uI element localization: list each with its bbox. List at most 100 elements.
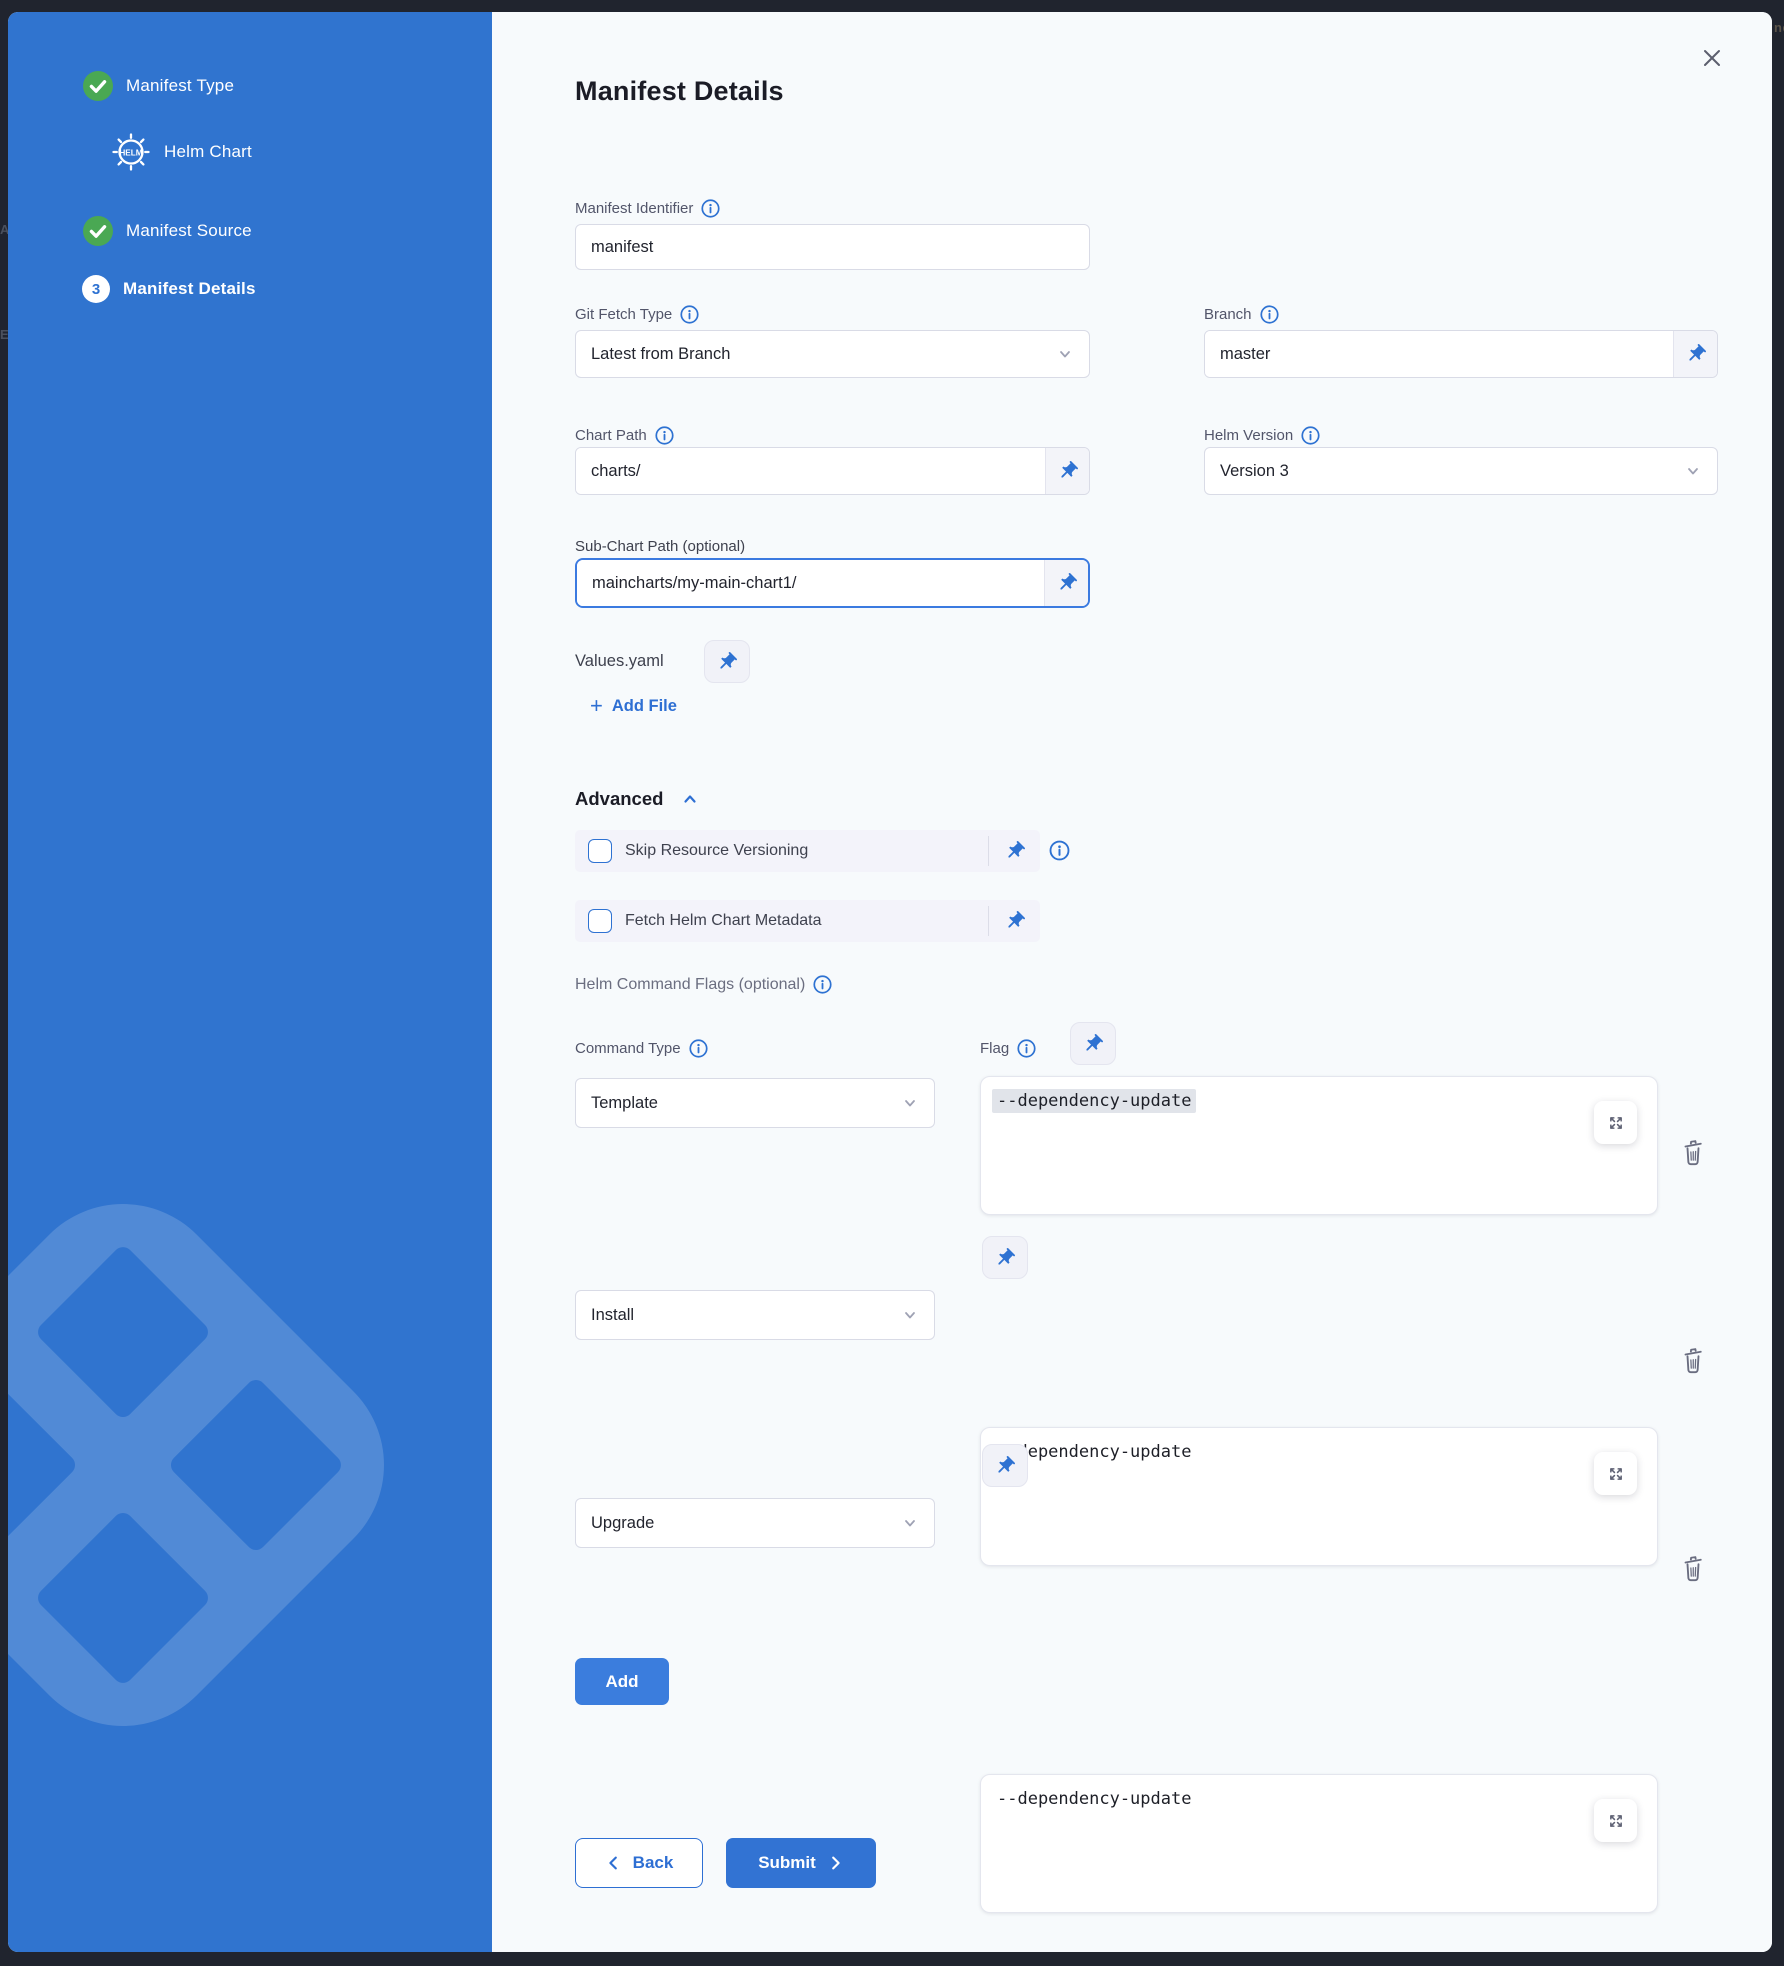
wizard-step-manifest-details[interactable]: 3 Manifest Details (82, 275, 256, 303)
fetch-helm-chart-metadata-checkbox[interactable] (588, 909, 612, 933)
close-icon (1701, 47, 1723, 69)
expand-icon (1605, 1463, 1627, 1485)
values-yaml-label: Values.yaml (575, 652, 664, 671)
pin-icon[interactable] (1044, 560, 1088, 606)
info-icon[interactable] (654, 425, 675, 446)
checkbox-label: Skip Resource Versioning (625, 842, 988, 860)
helm-version-select[interactable]: Version 3 (1204, 447, 1718, 495)
backdrop-text-fragment: ne (1774, 20, 1784, 35)
branch-label: Branch (1204, 304, 1280, 325)
sub-chart-path-field (575, 558, 1090, 608)
flag-value: --dependency-update (997, 1789, 1191, 1809)
flag-pin-button[interactable] (1070, 1022, 1116, 1065)
branch-field (1204, 330, 1718, 378)
flag-textarea[interactable]: --dependency-update (980, 1427, 1658, 1566)
helm-command-flags-label: Helm Command Flags (optional) (575, 974, 833, 995)
flag-textarea[interactable]: --dependency-update (980, 1076, 1658, 1215)
screen: Ac Er ne Manifest Type (0, 0, 1784, 1966)
command-type-select[interactable]: Template (575, 1078, 935, 1128)
label-text: Manifest Identifier (575, 199, 693, 219)
skip-resource-versioning-row: Skip Resource Versioning (575, 830, 1040, 872)
wizard-substep-helm-chart[interactable]: HELM Helm Chart (111, 132, 252, 172)
add-file-link[interactable]: + Add File (590, 696, 677, 716)
trash-icon (1678, 1135, 1710, 1169)
command-type-label: Command Type (575, 1038, 709, 1059)
fetch-helm-chart-metadata-row: Fetch Helm Chart Metadata (575, 900, 1040, 942)
git-fetch-type-label: Git Fetch Type (575, 304, 700, 325)
pin-icon (994, 1247, 1016, 1269)
step-label: Manifest Source (126, 221, 252, 241)
link-text: Add File (612, 697, 677, 716)
sub-chart-path-input[interactable] (577, 560, 1044, 606)
flag-textarea[interactable]: --dependency-update (980, 1774, 1658, 1913)
command-type-select[interactable]: Upgrade (575, 1498, 935, 1548)
pin-icon[interactable] (1045, 448, 1089, 494)
info-icon[interactable] (1300, 425, 1321, 446)
label-text: Branch (1204, 305, 1252, 325)
expand-button[interactable] (1594, 1452, 1637, 1495)
delete-flag-button[interactable] (1678, 1342, 1710, 1378)
info-icon[interactable] (812, 974, 833, 995)
chart-path-field (575, 447, 1090, 495)
values-yaml-pin-button[interactable] (704, 640, 750, 683)
wizard-step-manifest-source[interactable]: Manifest Source (83, 216, 252, 246)
pin-icon (716, 651, 738, 673)
flag-pin-button[interactable] (982, 1236, 1028, 1279)
info-icon[interactable] (688, 1038, 709, 1059)
manifest-identifier-label: Manifest Identifier (575, 198, 721, 219)
svg-text:HELM: HELM (119, 148, 142, 157)
info-icon[interactable] (1048, 839, 1071, 862)
skip-resource-versioning-checkbox[interactable] (588, 839, 612, 863)
manifest-wizard-modal: Manifest Type HELM Helm (8, 12, 1772, 1952)
helm-wheel-icon: HELM (111, 132, 151, 172)
expand-icon (1605, 1112, 1627, 1134)
plus-icon: + (590, 696, 603, 716)
checkbox-label: Fetch Helm Chart Metadata (625, 912, 988, 930)
advanced-section-toggle[interactable]: Advanced (575, 788, 700, 810)
command-type-select[interactable]: Install (575, 1290, 935, 1340)
delete-flag-button[interactable] (1678, 1550, 1710, 1586)
info-icon[interactable] (679, 304, 700, 325)
page-title: Manifest Details (575, 76, 784, 107)
label-text: Helm Command Flags (optional) (575, 975, 805, 995)
chart-path-input[interactable] (576, 448, 1045, 494)
select-value: Latest from Branch (591, 345, 730, 364)
pin-icon[interactable] (989, 900, 1040, 942)
wizard-step-manifest-type[interactable]: Manifest Type (83, 71, 234, 101)
button-label: Back (633, 1853, 674, 1873)
manifest-details-panel: Manifest Details Manifest Identifier Git… (492, 12, 1772, 1952)
chevron-up-icon (680, 789, 700, 809)
chevron-right-icon (826, 1854, 844, 1872)
label-text: Chart Path (575, 426, 647, 446)
delete-flag-button[interactable] (1678, 1134, 1710, 1170)
label-text: Sub-Chart Path (optional) (575, 537, 745, 557)
trash-icon (1678, 1551, 1710, 1585)
branch-input[interactable] (1205, 331, 1673, 377)
git-fetch-type-select[interactable]: Latest from Branch (575, 330, 1090, 378)
check-circle-icon (83, 216, 113, 246)
step-label: Manifest Type (126, 76, 234, 96)
flag-value: --dependency-update (992, 1089, 1196, 1113)
chevron-down-icon (1055, 344, 1075, 364)
info-icon[interactable] (1259, 304, 1280, 325)
step-number-badge: 3 (82, 275, 110, 303)
add-flag-button[interactable]: Add (575, 1658, 669, 1705)
expand-button[interactable] (1594, 1799, 1637, 1842)
label-text: Helm Version (1204, 426, 1293, 446)
expand-button[interactable] (1594, 1101, 1637, 1144)
close-button[interactable] (1692, 38, 1732, 78)
flag-pin-button[interactable] (982, 1444, 1028, 1487)
pin-icon[interactable] (1673, 331, 1717, 377)
select-value: Install (591, 1306, 634, 1325)
button-label: Submit (758, 1853, 816, 1873)
pin-icon[interactable] (989, 830, 1040, 872)
sub-chart-path-label: Sub-Chart Path (optional) (575, 537, 745, 557)
pin-icon (1082, 1033, 1104, 1055)
info-icon[interactable] (1016, 1038, 1037, 1059)
pin-icon (994, 1455, 1016, 1477)
submit-button[interactable]: Submit (726, 1838, 876, 1888)
info-icon[interactable] (700, 198, 721, 219)
back-button[interactable]: Back (575, 1838, 703, 1888)
manifest-identifier-input[interactable] (575, 224, 1090, 270)
wizard-sidebar: Manifest Type HELM Helm (8, 12, 492, 1952)
